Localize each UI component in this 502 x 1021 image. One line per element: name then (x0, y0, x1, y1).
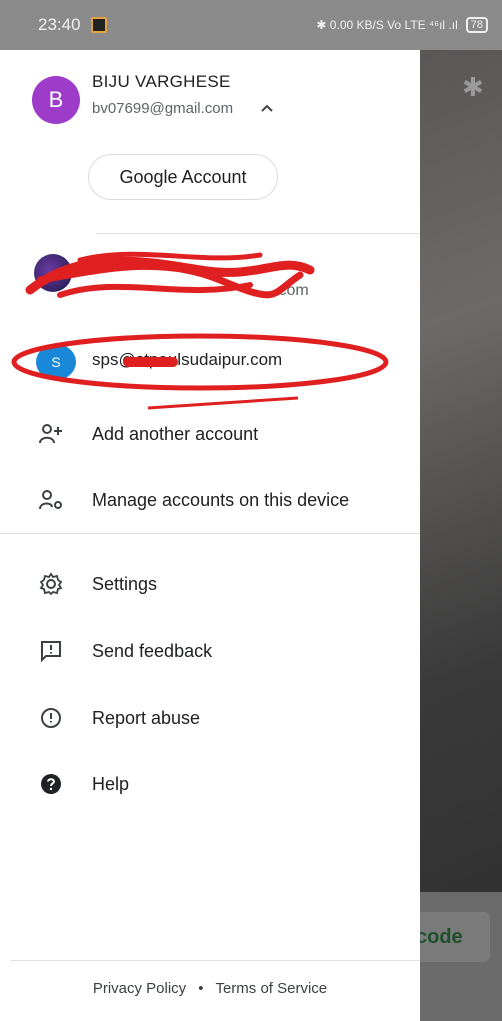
terms-of-service-link[interactable]: Terms of Service (215, 980, 327, 997)
settings-item[interactable]: Settings (38, 564, 418, 604)
google-account-button[interactable]: Google Account (88, 154, 278, 200)
help-icon (38, 771, 64, 797)
primary-account-header[interactable]: B BIJU VARGHESE bv07699@gmail.com (32, 72, 412, 132)
status-bar: 23:40 ✱ 0.00 KB/S Vo LTE ⁴⁶ıl .ıl 78 (0, 0, 502, 50)
manage-accounts-item[interactable]: Manage accounts on this device (38, 480, 418, 520)
divider (10, 960, 420, 961)
help-item[interactable]: Help (38, 764, 418, 804)
divider (0, 533, 420, 534)
chevron-up-icon[interactable] (260, 102, 274, 116)
status-time: 23:40 (38, 15, 81, 34)
menu-label: Manage accounts on this device (92, 489, 350, 510)
report-abuse-item[interactable]: Report abuse (38, 698, 418, 738)
menu-label: Add another account (92, 423, 259, 444)
notification-app-icon (90, 17, 107, 33)
account-drawer: B BIJU VARGHESE bv07699@gmail.com Google… (0, 50, 420, 1021)
divider (96, 233, 420, 234)
add-person-icon (38, 421, 64, 447)
battery-icon: 78 (465, 17, 488, 33)
account-email: bv07699@gmail.com (92, 100, 234, 117)
settings-icon (38, 571, 64, 597)
avatar: B (32, 76, 80, 124)
manage-accounts-icon (38, 487, 64, 513)
background-code-button[interactable]: code (412, 912, 490, 962)
feedback-icon (38, 638, 64, 664)
menu-label: Help (92, 773, 130, 794)
menu-label: Settings (92, 573, 158, 594)
privacy-policy-link[interactable]: Privacy Policy (93, 980, 186, 997)
report-abuse-icon (38, 705, 64, 731)
send-feedback-item[interactable]: Send feedback (38, 631, 418, 671)
menu-label: Send feedback (92, 640, 213, 661)
account-name: BIJU VARGHESE (92, 72, 231, 91)
bluetooth-icon: ✱ (462, 72, 484, 102)
menu-label: Report abuse (92, 707, 201, 728)
redaction-scribble (25, 251, 315, 299)
signal-indicators: ✱ 0.00 KB/S Vo LTE ⁴⁶ıl .ıl (316, 18, 458, 32)
highlight-circle (11, 333, 389, 410)
status-indicators: ✱ 0.00 KB/S Vo LTE ⁴⁶ıl .ıl 78 (316, 17, 488, 33)
footer: Privacy Policy • Terms of Service (0, 980, 420, 997)
add-another-account-item[interactable]: Add another account (38, 414, 418, 454)
footer-separator: • (198, 980, 204, 997)
